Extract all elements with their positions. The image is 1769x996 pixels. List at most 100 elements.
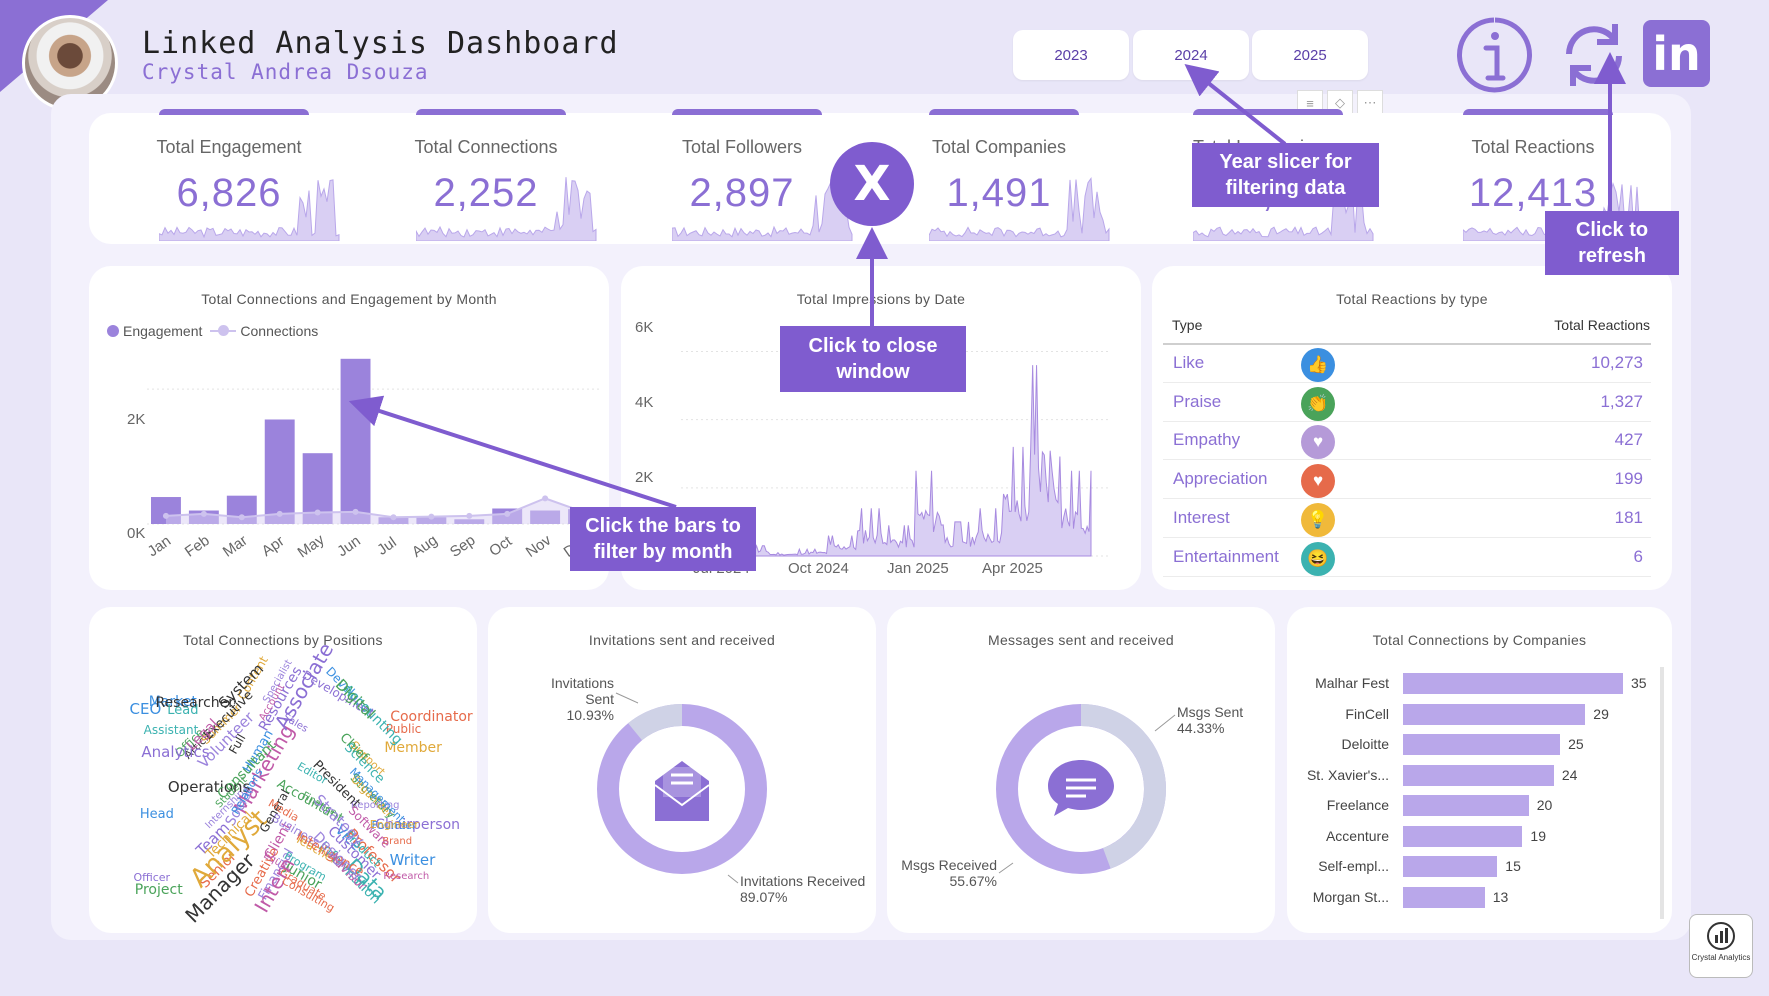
- word-project[interactable]: Project: [135, 882, 183, 898]
- reaction-row-empathy[interactable]: Empathy ♥ 427: [1163, 422, 1651, 461]
- msgs-sent-label: Msgs Sent 44.33%: [1177, 704, 1243, 736]
- col-header-total-reactions[interactable]: Total Reactions: [1554, 317, 1650, 333]
- leader-line: [1154, 714, 1176, 732]
- kpi-tab: [159, 109, 309, 115]
- lightbulb-icon: 💡: [1301, 502, 1335, 537]
- connections-point: [542, 495, 549, 502]
- sent-pct: 10.93%: [566, 707, 614, 723]
- company-label: St. Xavier's...: [1306, 766, 1389, 783]
- reaction-value: 427: [1614, 430, 1643, 450]
- company-label: Malhar Fest: [1315, 675, 1389, 691]
- company-value: 20: [1536, 797, 1553, 813]
- y-tick-label: 2K: [635, 469, 653, 486]
- connections-point: [276, 510, 283, 517]
- y-tick-label: 2K: [127, 411, 145, 428]
- company-bar[interactable]: [1403, 856, 1498, 877]
- reaction-value: 6: [1633, 546, 1643, 566]
- callout-refresh: Click to refresh: [1545, 211, 1679, 275]
- engagement-bar-jun[interactable]: [340, 358, 371, 524]
- company-label: Self-empl...: [1318, 858, 1389, 874]
- callout-year-slicer: Year slicer for filtering data: [1192, 143, 1379, 207]
- company-bar[interactable]: [1403, 703, 1586, 725]
- kpi-label: Total Connections: [414, 137, 558, 157]
- x-tick-label: Mar: [220, 532, 251, 561]
- card-positions: Total Connections by Positions Creative S…: [89, 607, 477, 933]
- refresh-icon[interactable]: [1555, 16, 1633, 94]
- received-label-text: Invitations Received: [740, 873, 866, 889]
- received-label: Invitations Received 89.07%: [740, 873, 865, 905]
- connections-point: [428, 513, 435, 520]
- reaction-row-appreciation[interactable]: Appreciation ♥ 199: [1163, 461, 1651, 500]
- msgs-received-pct: 55.67%: [949, 873, 997, 889]
- company-bar[interactable]: [1403, 825, 1523, 847]
- word-cloud[interactable]: Creative Secretary CEO Resources Equity Teach…: [89, 607, 477, 933]
- kpi-total-engagement: Total Engagement 6,826: [119, 109, 340, 244]
- sent-label: Invitations Sent 10.93%: [526, 675, 614, 723]
- clapping-hands-icon: 👏: [1301, 386, 1335, 421]
- kpi-total-followers: Total Followers 2,897: [632, 109, 853, 244]
- close-window-button[interactable]: X: [830, 142, 914, 226]
- y-tick-label: 4K: [635, 394, 653, 411]
- col-header-type[interactable]: Type: [1172, 317, 1202, 333]
- company-bar[interactable]: [1403, 673, 1623, 694]
- company-bar[interactable]: [1403, 734, 1561, 755]
- kpi-label: Total Companies: [931, 137, 1067, 157]
- company-value: 35: [1631, 675, 1647, 691]
- kpi-total-companies: Total Companies 1,491: [889, 109, 1110, 244]
- year-button-2025[interactable]: 2025: [1252, 30, 1368, 80]
- callout-month-filter: Click the bars to filter by month: [570, 507, 756, 571]
- word-research[interactable]: Research: [383, 871, 429, 882]
- callout-close-window: Click to close window: [780, 326, 966, 392]
- x-tick-label: Feb: [182, 532, 213, 561]
- company-bar[interactable]: [1403, 795, 1529, 816]
- card-companies: Total Connections by Companies Malhar Fe…: [1287, 607, 1672, 933]
- connections-point: [162, 512, 169, 519]
- company-bar[interactable]: [1403, 764, 1554, 786]
- word-lead[interactable]: Lead: [167, 703, 198, 718]
- reaction-type: Empathy: [1173, 430, 1241, 450]
- chart-title: Total Reactions by type: [1336, 291, 1488, 307]
- bar-chart-icon: [1707, 922, 1735, 950]
- company-bar[interactable]: [1403, 886, 1485, 908]
- info-icon[interactable]: [1456, 16, 1534, 94]
- kpi-label: Total Reactions: [1471, 137, 1595, 157]
- page-title: Linked Analysis Dashboard: [142, 26, 619, 61]
- connections-point: [238, 514, 245, 521]
- laughing-face-icon: 😆: [1301, 541, 1335, 576]
- kpi-tab: [929, 109, 1079, 115]
- company-value: 19: [1530, 827, 1546, 844]
- reaction-type: Like: [1173, 353, 1205, 372]
- reaction-value: 10,273: [1591, 353, 1643, 372]
- month-chart-svg[interactable]: 2K 0K JanFebMarAprMayJunJulAugSepOctNovD…: [89, 266, 609, 590]
- x-tick-label: May: [295, 531, 328, 561]
- x-tick-label: Apr 2025: [982, 560, 1043, 577]
- company-value: 15: [1505, 858, 1521, 874]
- kpi-value: 1,491: [946, 171, 1052, 215]
- card-month-chart: Total Connections and Engagement by Mont…: [89, 266, 609, 590]
- companies-bar-chart[interactable]: Malhar Fest 35 FinCell 29 Deloitte 25 St. Xavi…: [1287, 607, 1672, 933]
- word-engineer[interactable]: Engineer: [370, 818, 419, 831]
- x-tick-label: Nov: [523, 531, 555, 561]
- donut-sent-segment[interactable]: [628, 704, 683, 741]
- received-pct: 89.07%: [740, 889, 788, 905]
- year-button-2023[interactable]: 2023: [1013, 30, 1129, 80]
- kpi-value: 12,413: [1468, 171, 1598, 215]
- x-tick-label: Jul: [374, 534, 399, 559]
- reaction-type: Interest: [1173, 507, 1230, 527]
- leader-line: [998, 862, 1014, 874]
- x-tick-label: Sep: [447, 532, 479, 561]
- word-head[interactable]: Head: [140, 807, 174, 822]
- reaction-row-interest[interactable]: Interest 💡 181: [1163, 500, 1651, 538]
- msgs-received-text: Msgs Received: [901, 857, 997, 873]
- company-value: 13: [1492, 888, 1509, 905]
- impressions-area[interactable]: [740, 365, 1092, 557]
- engagement-bar-apr[interactable]: [264, 419, 295, 524]
- linkedin-icon[interactable]: in: [1643, 20, 1710, 87]
- sent-label-text: Invitations Sent: [550, 675, 614, 707]
- year-button-2024[interactable]: 2024: [1133, 30, 1249, 80]
- kpi-tab: [416, 109, 566, 115]
- reaction-row-like[interactable]: Like 👍 10,273: [1163, 345, 1651, 383]
- reaction-row-entertainment[interactable]: Entertainment 😆 6: [1163, 539, 1651, 577]
- heart-icon: ♥: [1301, 464, 1335, 499]
- reaction-row-praise[interactable]: Praise 👏 1,327: [1163, 384, 1651, 422]
